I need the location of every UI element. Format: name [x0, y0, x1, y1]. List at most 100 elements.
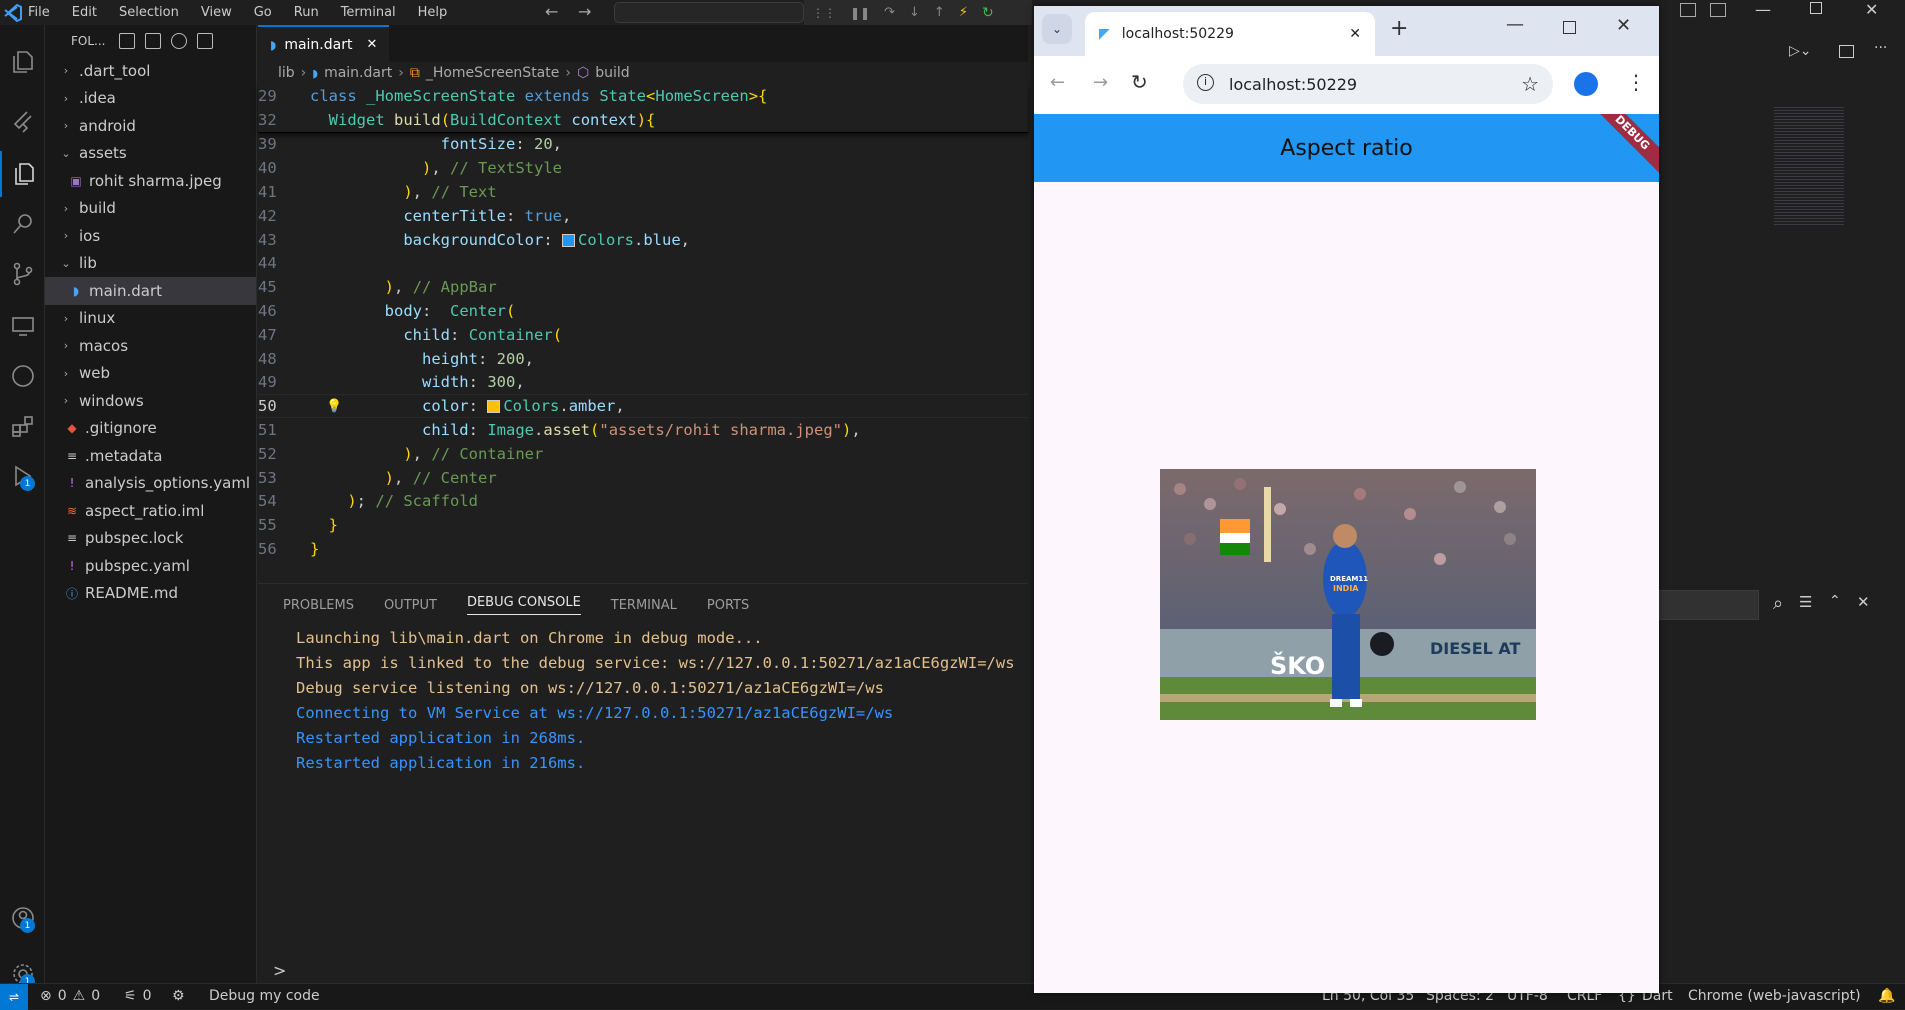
tree-item-aspect-ratio-iml[interactable]: ≋ aspect_ratio.iml	[45, 497, 256, 525]
code-line[interactable]: 42 centerTitle: true,	[258, 204, 1028, 228]
tree-item-ios[interactable]: › ios	[45, 222, 256, 250]
split-editor-icon[interactable]	[1839, 45, 1854, 58]
code-line[interactable]: 55 }	[258, 513, 1028, 537]
tree-item-pubspec-yaml[interactable]: ! pubspec.yaml	[45, 552, 256, 580]
command-center[interactable]	[614, 2, 804, 23]
github-activity[interactable]	[0, 353, 45, 399]
code-editor[interactable]: 39 fontSize: 20, 40 ), // TextStyle 41 ), …	[258, 133, 1028, 561]
close-panel-icon[interactable]: ✕	[1857, 593, 1870, 611]
panel-tab-debug-console[interactable]: DEBUG CONSOLE	[466, 595, 581, 615]
tree-item-android[interactable]: › android	[45, 112, 256, 140]
code-line[interactable]: 52 ), // Container	[258, 442, 1028, 466]
console-prompt[interactable]: >	[273, 961, 286, 980]
remote-indicator-icon[interactable]: ⇌	[0, 984, 28, 1010]
step-into-icon[interactable]: ↓	[909, 5, 920, 20]
debug-status-icon[interactable]: ⚙	[172, 988, 185, 1004]
toggle-primary-sidebar-icon[interactable]	[1680, 3, 1696, 17]
bookmark-star-icon[interactable]: ☆	[1521, 72, 1539, 96]
nav-back-icon[interactable]: ←	[545, 2, 558, 21]
source-control-activity[interactable]	[0, 251, 45, 297]
run-debug-activity[interactable]: 1	[0, 453, 45, 499]
code-line[interactable]: 49 width: 300,	[258, 371, 1028, 395]
tree-item-readme-md[interactable]: ⓘ README.md	[45, 580, 256, 608]
explorer-activity[interactable]	[0, 39, 45, 85]
code-line[interactable]: 39 fontSize: 20,	[258, 133, 1028, 157]
code-line[interactable]: 46 body: Center(	[258, 299, 1028, 323]
new-tab-icon[interactable]: +	[1390, 16, 1408, 41]
notifications-icon[interactable]: 🔔	[1878, 988, 1895, 1004]
site-info-icon[interactable]: i	[1197, 74, 1214, 91]
clear-console-icon[interactable]: ☰	[1799, 593, 1812, 611]
panel-tab-problems[interactable]: PROBLEMS	[283, 598, 354, 613]
extensions-activity[interactable]	[0, 403, 45, 449]
code-line[interactable]: 48 height: 200,	[258, 347, 1028, 371]
hot-reload-icon[interactable]: ⚡	[959, 5, 968, 20]
maximize-panel-icon[interactable]: ⌃	[1829, 593, 1841, 609]
tree-item--gitignore[interactable]: ◆ .gitignore	[45, 415, 256, 443]
vscode-logo-icon[interactable]	[4, 4, 22, 22]
minimap[interactable]	[1774, 105, 1844, 225]
menu-go[interactable]: Go	[254, 5, 272, 20]
code-line[interactable]: 51 child: Image.asset("assets/rohit shar…	[258, 418, 1028, 442]
panel-tab-output[interactable]: OUTPUT	[384, 598, 437, 613]
problems-status[interactable]: ⊗ 0 ⚠ 0	[40, 988, 100, 1004]
breadcrumb-class[interactable]: _HomeScreenState	[426, 65, 560, 81]
accounts-activity[interactable]: 1	[0, 895, 45, 941]
code-line[interactable]: 56}	[258, 537, 1028, 561]
panel-tab-terminal[interactable]: TERMINAL	[611, 598, 677, 613]
flutter-device[interactable]: Chrome (web-javascript)	[1688, 988, 1861, 1004]
maximize-icon[interactable]	[1563, 21, 1576, 34]
menu-terminal[interactable]: Terminal	[341, 5, 396, 20]
tree-item--dart-tool[interactable]: › .dart_tool	[45, 57, 256, 85]
restore-icon[interactable]	[1810, 2, 1822, 14]
tree-item-pubspec-lock[interactable]: ≡ pubspec.lock	[45, 525, 256, 553]
code-line[interactable]: 47 child: Container(	[258, 323, 1028, 347]
menu-edit[interactable]: Edit	[72, 5, 97, 20]
code-line[interactable]: 32 Widget build(BuildContext context){	[258, 108, 1028, 132]
reload-icon[interactable]: ↻	[1131, 70, 1148, 94]
tree-item-macos[interactable]: › macos	[45, 332, 256, 360]
tree-item--metadata[interactable]: ≡ .metadata	[45, 442, 256, 470]
refresh-icon[interactable]	[171, 33, 188, 49]
drag-handle-icon[interactable]: ⋮⋮	[812, 6, 836, 20]
close-window-icon[interactable]: ✕	[1616, 15, 1631, 36]
code-line[interactable]: 41 ), // Text	[258, 180, 1028, 204]
ports-status[interactable]: ⚟ 0	[124, 988, 151, 1004]
code-line[interactable]: 54 ); // Scaffold	[258, 490, 1028, 514]
step-over-icon[interactable]: ↷	[884, 5, 895, 20]
breadcrumb-lib[interactable]: lib	[278, 65, 295, 81]
tree-item-assets[interactable]: ⌄ assets	[45, 140, 256, 168]
close-tab-icon[interactable]: ✕	[1349, 26, 1361, 42]
lightbulb-icon[interactable]: 💡	[326, 399, 342, 414]
pause-icon[interactable]: ❚❚	[850, 6, 870, 20]
new-file-icon[interactable]	[119, 33, 136, 49]
explorer-active-activity[interactable]	[0, 151, 45, 197]
address-bar[interactable]: i localhost:50229 ☆	[1183, 64, 1553, 104]
debug-run-icon[interactable]: ▷⌄	[1789, 43, 1812, 59]
search-activity[interactable]	[0, 201, 45, 247]
browser-tab[interactable]: ◤ localhost:50229 ✕	[1085, 12, 1375, 56]
tree-item-lib[interactable]: ⌄ lib	[45, 250, 256, 278]
tree-item-analysis-options-yaml[interactable]: ! analysis_options.yaml	[45, 470, 256, 498]
breadcrumb-method[interactable]: build	[595, 65, 629, 81]
collapse-all-icon[interactable]	[197, 33, 214, 49]
tree-item-build[interactable]: › build	[45, 195, 256, 223]
close-window-icon[interactable]: ✕	[1865, 0, 1878, 19]
back-icon[interactable]: ←	[1050, 72, 1065, 93]
code-line[interactable]: 53 ), // Center	[258, 466, 1028, 490]
menu-run[interactable]: Run	[294, 5, 319, 20]
menu-view[interactable]: View	[201, 5, 232, 20]
minimize-icon[interactable]: —	[1755, 0, 1771, 19]
step-out-icon[interactable]: ↑	[934, 5, 945, 20]
forward-icon[interactable]: →	[1093, 72, 1108, 93]
minimize-icon[interactable]: —	[1506, 14, 1524, 35]
toggle-secondary-sidebar-icon[interactable]	[1710, 3, 1726, 17]
profile-avatar-icon[interactable]	[1574, 72, 1598, 96]
more-actions-icon[interactable]: ···	[1874, 40, 1887, 56]
tree-item-linux[interactable]: › linux	[45, 305, 256, 333]
browser-menu-icon[interactable]: ⋮	[1626, 70, 1646, 94]
menu-help[interactable]: Help	[418, 5, 448, 20]
search-icon[interactable]: ⌕	[1773, 593, 1783, 614]
restart-icon[interactable]: ↻	[982, 5, 994, 21]
code-line[interactable]: 50 color: Colors.amber, 💡	[258, 394, 1028, 419]
